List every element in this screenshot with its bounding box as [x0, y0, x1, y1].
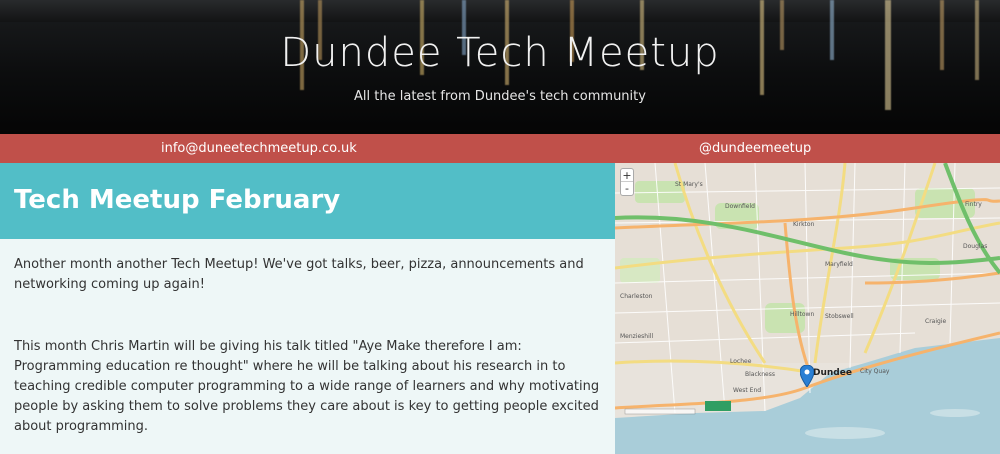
map-label: Menzieshill	[620, 333, 654, 340]
post-paragraph: This month Chris Martin will be giving h…	[14, 339, 600, 434]
map-city-label: Dundee	[813, 368, 852, 378]
map-label: Kirkton	[793, 221, 815, 228]
post-title: Tech Meetup February	[14, 185, 341, 215]
hero-banner: Dundee Tech Meetup All the latest from D…	[0, 0, 1000, 134]
map-label: Douglas	[963, 243, 988, 250]
map-label: Downfield	[725, 203, 755, 210]
zoom-in-button[interactable]: +	[621, 169, 633, 182]
post-body: Another month another Tech Meetup! We've…	[0, 239, 615, 437]
map-label: Stobswell	[825, 313, 854, 320]
event-post: Tech Meetup February Another month anoth…	[0, 163, 615, 454]
site-subtitle: All the latest from Dundee's tech commun…	[354, 89, 646, 104]
map-label: Blackness	[745, 371, 775, 378]
map-label: Fintry	[965, 201, 982, 208]
map-label: St Mary's	[675, 181, 703, 188]
map-label: Lochee	[730, 358, 752, 365]
post-paragraph: Another month another Tech Meetup! We've…	[14, 257, 584, 292]
map-label: Maryfield	[825, 261, 853, 268]
email-link[interactable]: info@duneetechmeetup.co.uk	[161, 141, 357, 156]
zoom-out-button[interactable]: -	[621, 182, 633, 195]
post-header: Tech Meetup February	[0, 163, 615, 239]
site-title: Dundee Tech Meetup	[280, 30, 720, 76]
map-label: Craigie	[925, 318, 947, 325]
location-marker-icon[interactable]	[800, 365, 814, 387]
map-label: Charleston	[620, 293, 653, 300]
map-tiles[interactable]	[615, 163, 1000, 454]
location-map[interactable]: + - St Mary's Downfield Kirkton Fintry M…	[615, 163, 1000, 454]
map-label: West End	[733, 387, 762, 394]
twitter-link[interactable]: @dundeemeetup	[699, 141, 811, 156]
contact-bar: info@duneetechmeetup.co.uk @dundeemeetup	[0, 134, 1000, 163]
map-label: Hilltown	[790, 311, 815, 318]
map-zoom-control: + -	[620, 168, 634, 196]
map-label: City Quay	[860, 368, 890, 375]
